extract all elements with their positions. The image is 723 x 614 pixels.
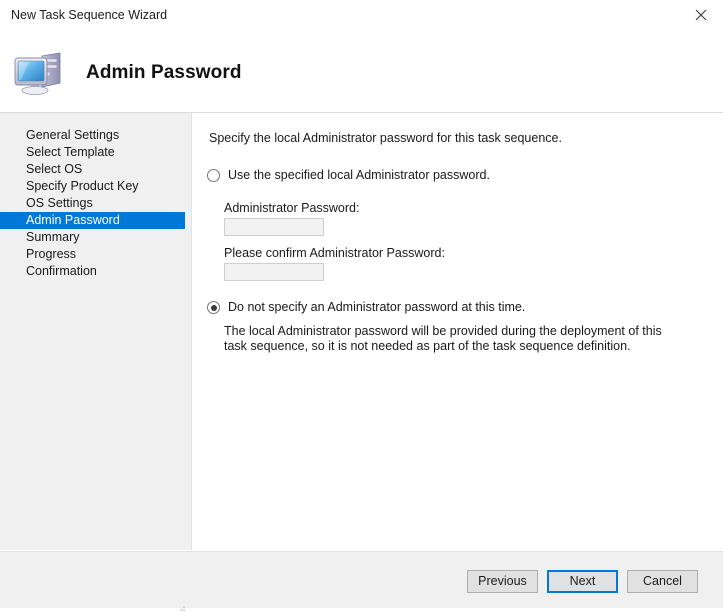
radio-option-do-not-specify-password[interactable]: Do not specify an Administrator password… bbox=[207, 300, 525, 314]
sidebar-item-general-settings[interactable]: General Settings bbox=[0, 127, 191, 144]
content-panel: Specify the local Administrator password… bbox=[192, 113, 723, 550]
intro-text: Specify the local Administrator password… bbox=[209, 131, 562, 145]
administrator-password-field[interactable] bbox=[224, 218, 324, 236]
next-button[interactable]: Next bbox=[547, 570, 618, 593]
option-description-text: The local Administrator password will be… bbox=[224, 324, 662, 353]
sidebar-item-specify-product-key[interactable]: Specify Product Key bbox=[0, 178, 191, 195]
confirm-password-field[interactable] bbox=[224, 263, 324, 281]
radio-option-use-specified-password[interactable]: Use the specified local Administrator pa… bbox=[207, 168, 490, 182]
nav-list: General Settings Select Template Select … bbox=[0, 127, 191, 280]
window-title: New Task Sequence Wizard bbox=[11, 8, 168, 22]
sidebar-item-os-settings[interactable]: OS Settings bbox=[0, 195, 191, 212]
cancel-button[interactable]: Cancel bbox=[627, 570, 698, 593]
sidebar-item-confirmation[interactable]: Confirmation bbox=[0, 263, 191, 280]
computer-icon bbox=[12, 50, 68, 98]
previous-button[interactable]: Previous bbox=[467, 570, 538, 593]
sidebar-item-select-os[interactable]: Select OS bbox=[0, 161, 191, 178]
wizard-header: Admin Password bbox=[0, 31, 723, 113]
sidebar-item-summary[interactable]: Summary bbox=[0, 229, 191, 246]
sidebar-item-admin-password[interactable]: Admin Password bbox=[0, 212, 185, 229]
confirm-password-label: Please confirm Administrator Password: bbox=[224, 246, 445, 260]
radio-label-use-specified-password: Use the specified local Administrator pa… bbox=[228, 168, 490, 182]
sidebar-item-progress[interactable]: Progress bbox=[0, 246, 191, 263]
body-area: General Settings Select Template Select … bbox=[0, 113, 723, 550]
administrator-password-label: Administrator Password: bbox=[224, 201, 360, 215]
radio-icon-selected[interactable] bbox=[207, 301, 220, 314]
wizard-step-sidebar: General Settings Select Template Select … bbox=[0, 113, 192, 550]
radio-icon-unselected[interactable] bbox=[207, 169, 220, 182]
footer-bar: Previous Next Cancel bbox=[0, 551, 723, 611]
radio-label-do-not-specify-password: Do not specify an Administrator password… bbox=[228, 300, 526, 314]
sidebar-item-select-template[interactable]: Select Template bbox=[0, 144, 191, 161]
title-bar: New Task Sequence Wizard bbox=[0, 0, 723, 31]
resize-grip-icon[interactable] bbox=[176, 600, 186, 611]
close-icon[interactable] bbox=[678, 0, 723, 30]
page-title: Admin Password bbox=[86, 62, 242, 83]
